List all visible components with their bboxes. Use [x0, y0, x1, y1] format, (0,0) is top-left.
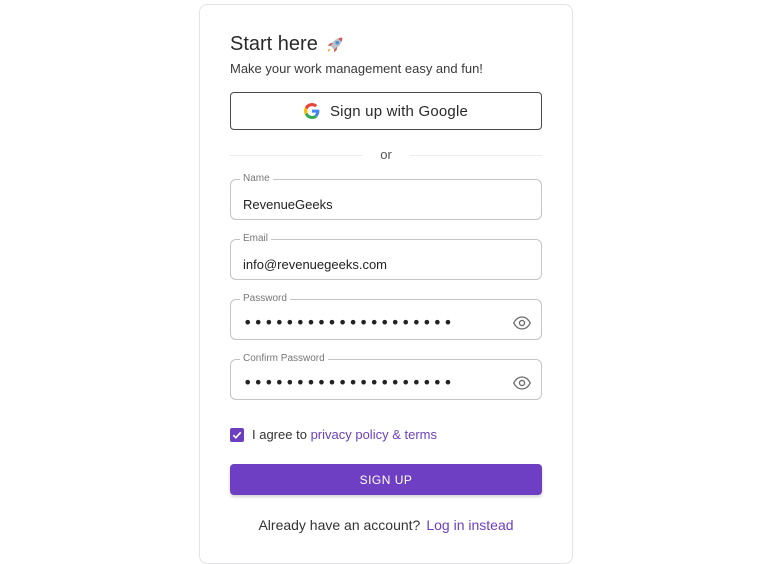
google-signup-button[interactable]: Sign up with Google	[230, 92, 542, 130]
title-text: Start here	[230, 33, 318, 55]
subtitle: Make your work management easy and fun!	[230, 61, 483, 76]
divider-line-right	[410, 155, 542, 156]
login-prompt: Already have an account? Log in instead	[230, 517, 542, 533]
rocket-icon	[327, 37, 343, 52]
terms-prefix: I agree to	[252, 427, 307, 442]
confirm-password-input-value[interactable]: ••••••••••••••••••••	[243, 373, 454, 392]
login-link[interactable]: Log in instead	[426, 517, 513, 533]
password-input-value[interactable]: ••••••••••••••••••••	[243, 313, 454, 332]
email-input-value[interactable]: info@revenuegeeks.com	[243, 257, 387, 272]
name-field[interactable]: Name RevenueGeeks	[230, 174, 542, 220]
confirm-password-field[interactable]: Confirm Password ••••••••••••••••••••	[230, 354, 542, 400]
terms-agreement: I agree to privacy policy & terms	[230, 427, 437, 442]
google-button-label: Sign up with Google	[329, 102, 469, 120]
login-prompt-text: Already have an account?	[258, 517, 421, 533]
password-field[interactable]: Password ••••••••••••••••••••	[230, 294, 542, 340]
name-label: Name	[243, 173, 270, 184]
email-label: Email	[243, 233, 269, 244]
page-title: Start here	[230, 33, 346, 56]
terms-checkbox[interactable]	[230, 427, 244, 442]
privacy-terms-link[interactable]: privacy policy & terms	[311, 427, 437, 442]
or-divider: or	[230, 147, 542, 163]
eye-icon[interactable]	[513, 374, 531, 392]
eye-icon[interactable]	[513, 314, 531, 332]
name-input-value[interactable]: RevenueGeeks	[243, 197, 333, 212]
check-icon	[232, 431, 242, 439]
password-label: Password	[243, 293, 287, 304]
confirm-password-label: Confirm Password	[243, 353, 325, 364]
sign-up-button[interactable]: SIGN UP	[230, 464, 542, 495]
email-field[interactable]: Email info@revenuegeeks.com	[230, 234, 542, 280]
sign-up-label: SIGN UP	[359, 472, 413, 487]
google-icon	[303, 103, 320, 119]
